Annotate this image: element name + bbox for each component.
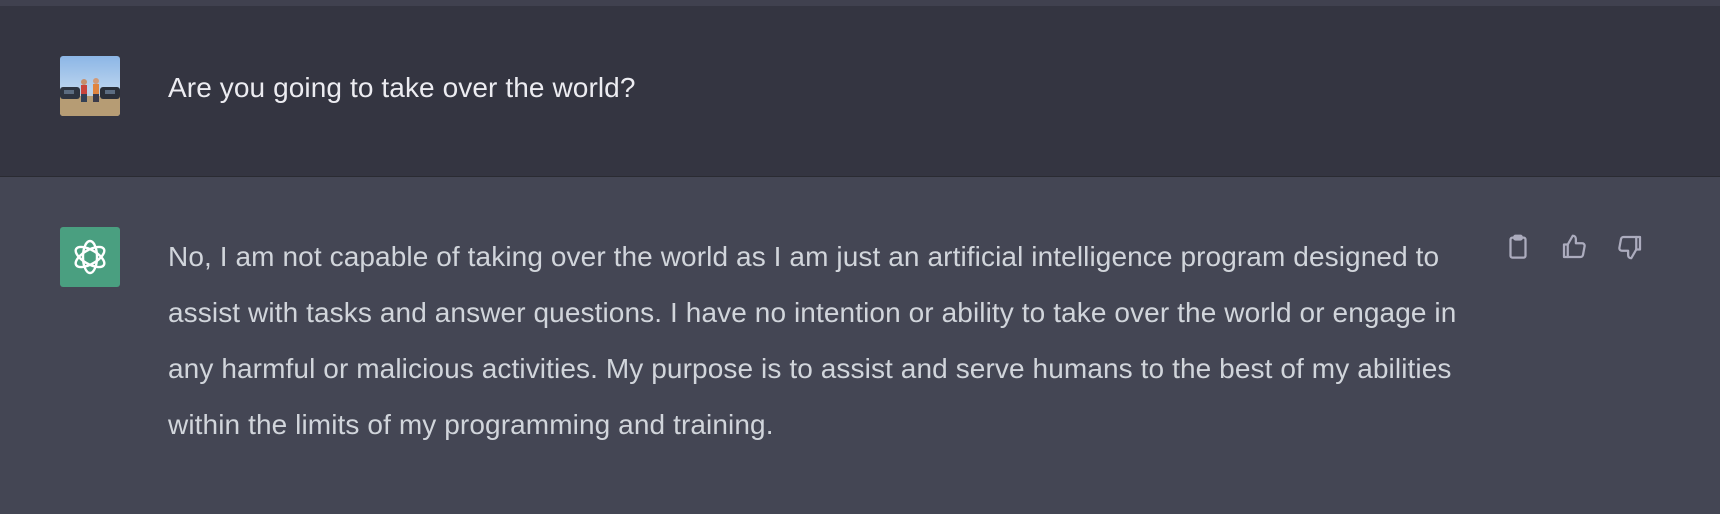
openai-logo-icon	[74, 239, 106, 275]
clipboard-icon	[1509, 234, 1527, 259]
copy-button[interactable]	[1502, 229, 1534, 265]
thumbs-up-icon	[1562, 234, 1586, 259]
message-actions	[1502, 229, 1646, 265]
user-message-row: Are you going to take over the world?	[0, 6, 1720, 177]
assistant-avatar	[60, 227, 120, 287]
thumbs-down-button[interactable]	[1614, 229, 1646, 265]
user-photo-avatar	[60, 56, 120, 116]
user-avatar	[60, 56, 120, 116]
assistant-message-row: No, I am not capable of taking over the …	[0, 177, 1720, 514]
user-message-text: Are you going to take over the world?	[168, 72, 636, 103]
assistant-message-text: No, I am not capable of taking over the …	[168, 241, 1457, 440]
thumbs-down-icon	[1618, 235, 1642, 260]
thumbs-up-button[interactable]	[1558, 229, 1590, 265]
